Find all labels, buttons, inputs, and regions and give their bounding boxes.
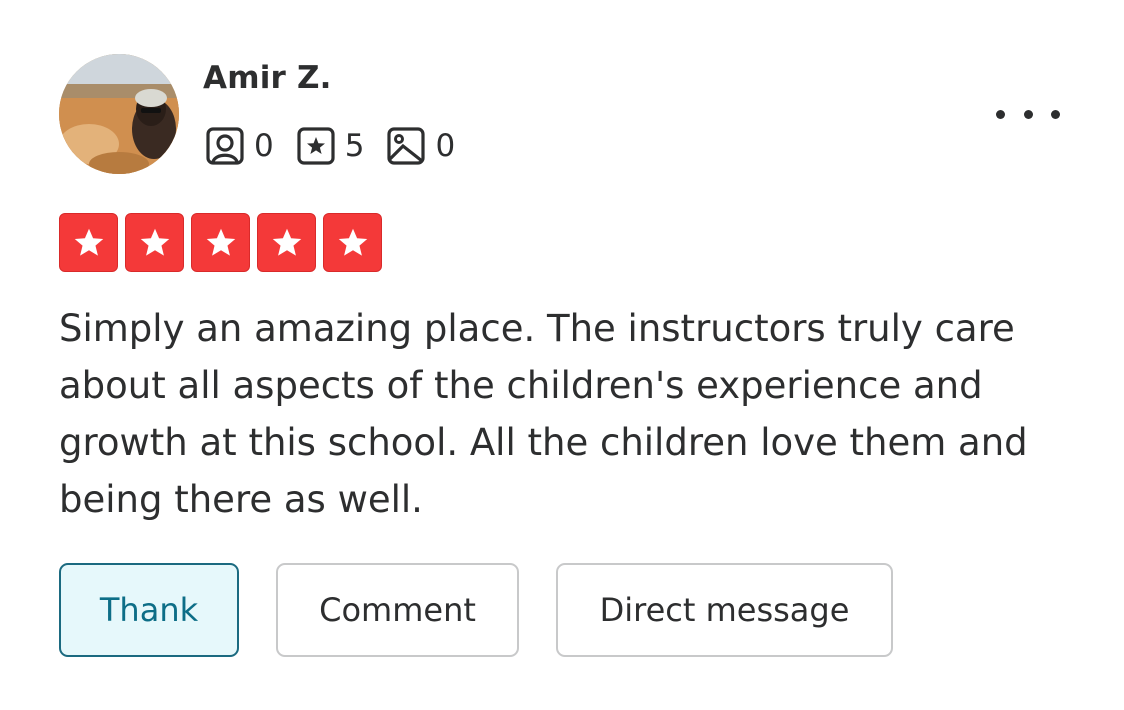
star-icon — [125, 213, 184, 272]
friends-count: 0 — [254, 128, 274, 164]
star-icon — [59, 213, 118, 272]
star-icon — [191, 213, 250, 272]
reviews-stat: 5 — [296, 126, 365, 166]
more-options-icon[interactable] — [996, 100, 1060, 128]
star-icon — [257, 213, 316, 272]
user-avatar[interactable] — [59, 54, 179, 174]
review-actions: Thank Comment Direct message — [59, 563, 930, 657]
thank-button[interactable]: Thank — [59, 563, 239, 657]
more-dot — [996, 109, 1005, 119]
photos-count: 0 — [435, 128, 456, 164]
photo-icon — [387, 127, 426, 165]
direct-message-button[interactable]: Direct message — [556, 563, 893, 657]
review-text: Simply an amazing place. The instructors… — [59, 307, 1028, 521]
user-photo-avatar-icon — [59, 54, 179, 174]
user-name[interactable]: Amir Z. — [203, 60, 332, 96]
photos-stat: 0 — [386, 126, 455, 166]
review-card: Amir Z. 0 5 0 Simply an amazing place. T… — [0, 0, 1124, 710]
user-stats: 0 5 0 — [205, 124, 477, 168]
comment-button[interactable]: Comment — [276, 563, 519, 657]
reviews-count: 5 — [344, 128, 365, 164]
more-dot — [1023, 109, 1033, 119]
star-icon — [323, 213, 382, 272]
friends-stat: 0 — [205, 126, 274, 166]
star-rating — [59, 213, 389, 272]
review-star-icon — [297, 127, 335, 165]
more-dot — [1051, 109, 1060, 119]
friends-icon — [206, 127, 244, 165]
